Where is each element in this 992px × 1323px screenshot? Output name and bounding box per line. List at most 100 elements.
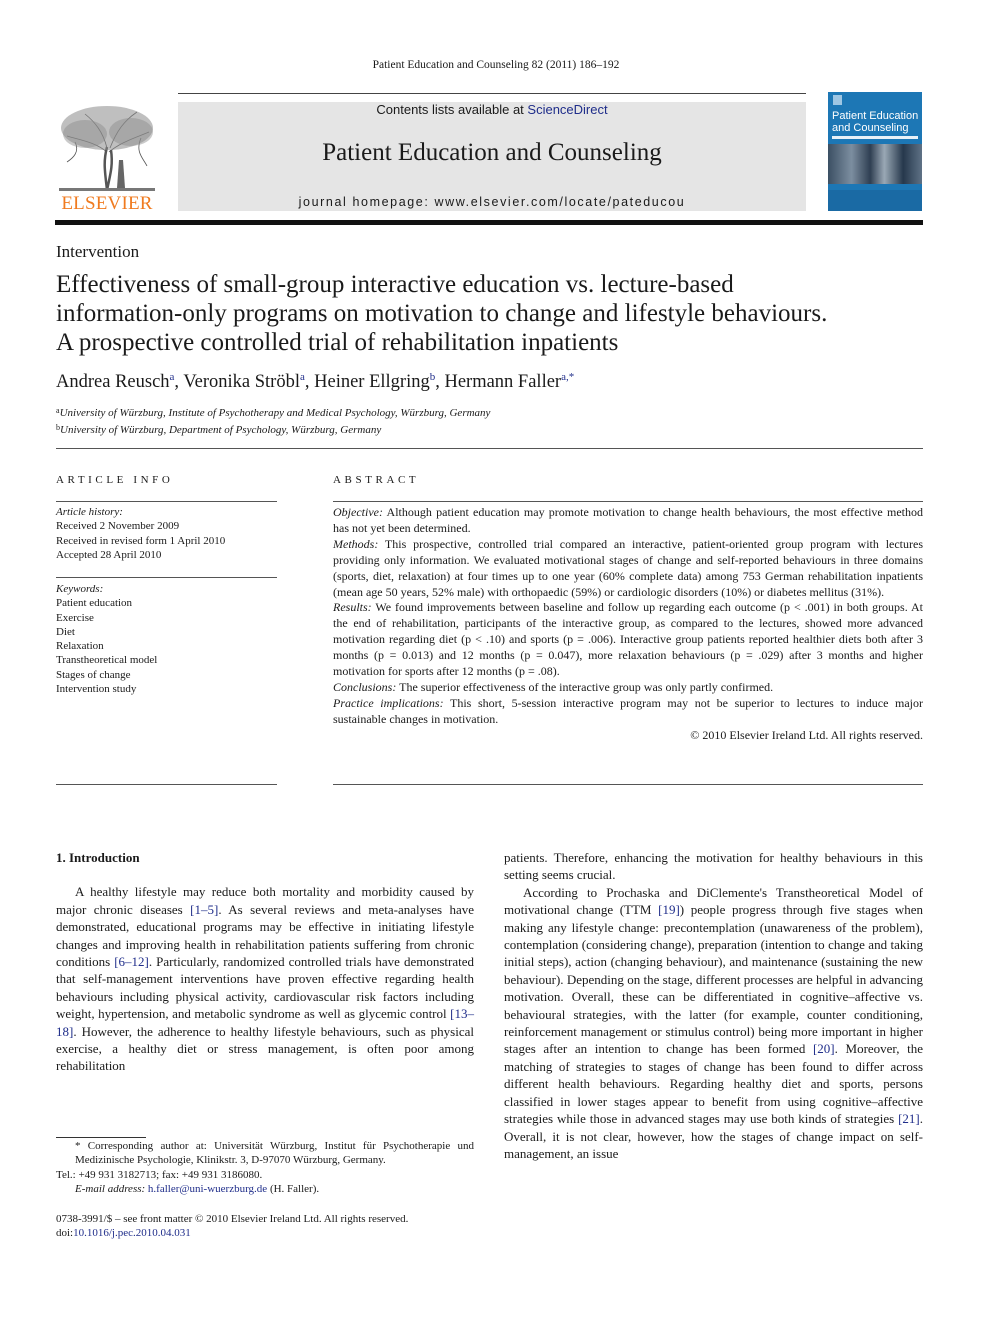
article-history: Article history: Received 2 November 200… xyxy=(56,505,277,562)
body-text: . However, the adherence to healthy life… xyxy=(56,1023,474,1074)
cover-elsevier-icon xyxy=(833,95,842,105)
author-affil-link[interactable]: a,* xyxy=(561,371,574,383)
citation-link[interactable]: [21] xyxy=(898,1111,920,1126)
doi-prefix: doi: xyxy=(56,1227,74,1240)
issn-line: 0738-3991/$ – see front matter © 2010 El… xyxy=(56,1213,409,1225)
running-head: Patient Education and Counseling 82 (201… xyxy=(372,59,620,71)
author-separator: , xyxy=(304,372,315,392)
journal-title: Patient Education and Counseling xyxy=(322,139,662,166)
cover-title-line-2: and Counseling xyxy=(832,122,909,134)
affiliations: aUniversity of Würzburg, Institute of Ps… xyxy=(56,404,490,437)
journal-homepage[interactable]: journal homepage: www.elsevier.com/locat… xyxy=(178,195,806,209)
keywords-label: Keywords: xyxy=(56,583,104,595)
abstract-text: This prospective, controlled trial compa… xyxy=(333,536,923,599)
history-label: Article history: xyxy=(56,506,123,518)
abstract-objective: Objective: Although patient education ma… xyxy=(333,505,923,537)
keywords: Keywords: Patient education Exercise Die… xyxy=(56,582,277,696)
doi-line: doi:10.1016/j.pec.2010.04.031 xyxy=(56,1226,474,1240)
body-paragraph: A healthy lifestyle may reduce both mort… xyxy=(56,883,474,1074)
history-item: Received 2 November 2009 xyxy=(56,520,180,533)
tel-fax: Tel.: +49 931 3182713; fax: +49 931 3186… xyxy=(56,1168,263,1181)
author-separator: , xyxy=(174,372,184,392)
author-name: Heiner Ellgring xyxy=(314,372,430,392)
article-info-heading: ARTICLE INFO xyxy=(56,474,174,486)
abstract-results: Results: We found improvements between b… xyxy=(333,600,923,680)
author-name: Hermann Faller xyxy=(444,372,562,392)
citation-link[interactable]: [19] xyxy=(658,902,680,917)
keyword: Intervention study xyxy=(56,683,137,696)
divider xyxy=(56,501,277,502)
abstract-label: Results: xyxy=(333,600,372,615)
cover-title-line-1: Patient Education xyxy=(832,110,919,122)
abstract-label: Objective: xyxy=(333,505,383,519)
header-rule xyxy=(178,93,806,94)
email-suffix: (H. Faller). xyxy=(267,1182,320,1195)
body-column-right: patients. Therefore, enhancing the motiv… xyxy=(504,849,923,1162)
keyword: Exercise xyxy=(56,611,94,624)
doi-link[interactable]: 10.1016/j.pec.2010.04.031 xyxy=(73,1227,191,1239)
abstract-methods: Methods: This prospective, controlled tr… xyxy=(333,537,923,601)
divider xyxy=(56,577,277,578)
divider xyxy=(56,448,923,449)
abstract-body: Objective: Although patient education ma… xyxy=(333,505,923,744)
email-link[interactable]: h.faller@uni-wuerzburg.de xyxy=(148,1183,267,1195)
abstract-label: Conclusions: xyxy=(333,679,397,694)
journal-cover-image: Patient Education and Counseling xyxy=(828,92,922,211)
body-text: ) people progress through five stages wh… xyxy=(504,902,924,1057)
author-name: Veronika Ströbl xyxy=(183,372,300,392)
email-label: E-mail address: xyxy=(75,1182,146,1195)
footnotes: * Corresponding author at: Universität W… xyxy=(56,1139,474,1196)
citation-link[interactable]: [20] xyxy=(813,1041,835,1056)
divider xyxy=(333,501,923,502)
keyword: Stages of change xyxy=(56,668,131,681)
history-item: Accepted 28 April 2010 xyxy=(56,548,162,561)
keyword: Patient education xyxy=(56,597,133,610)
footnote-rule xyxy=(56,1137,146,1138)
divider xyxy=(333,784,923,785)
abstract-text: Although patient education may promote m… xyxy=(333,505,923,535)
author-name: Andrea Reusch xyxy=(56,372,170,392)
citation-link[interactable]: [6–12] xyxy=(114,954,149,969)
keyword: Relaxation xyxy=(56,640,104,653)
contents-prefix: Contents lists available at xyxy=(376,102,528,117)
affiliation-text: University of Würzburg, Institute of Psy… xyxy=(59,407,491,419)
keyword: Diet xyxy=(56,625,75,638)
header-thick-rule xyxy=(55,220,923,225)
front-matter: 0738-3991/$ – see front matter © 2010 El… xyxy=(56,1212,474,1241)
abstract-label: Practice implications: xyxy=(333,695,444,710)
divider xyxy=(56,784,277,785)
author-list: Andrea Reuscha, Veronika Ströbla, Heiner… xyxy=(56,371,574,393)
abstract-heading: ABSTRACT xyxy=(333,474,420,486)
abstract-practice-implications: Practice implications: This short, 5-ses… xyxy=(333,696,923,728)
cover-footer xyxy=(828,190,922,211)
article-title: Effectiveness of small-group interactive… xyxy=(56,270,926,357)
cover-photo-collage xyxy=(828,144,922,184)
abstract-text: We found improvements between baseline a… xyxy=(333,600,923,679)
affiliation: bUniversity of Würzburg, Department of P… xyxy=(56,421,490,438)
corresponding-author-note: * Corresponding author at: Universität W… xyxy=(75,1140,474,1167)
body-column-left: 1. Introduction A healthy lifestyle may … xyxy=(56,849,474,1075)
abstract-text: The superior effectiveness of the intera… xyxy=(396,679,774,694)
cover-title: Patient Education and Counseling xyxy=(832,110,918,134)
journal-banner: Contents lists available at ScienceDirec… xyxy=(178,102,806,211)
body-paragraph: According to Prochaska and DiClemente's … xyxy=(504,884,923,1163)
title-line: Effectiveness of small-group interactive… xyxy=(56,271,734,298)
elsevier-wordmark: ELSEVIER xyxy=(61,193,153,214)
sciencedirect-link[interactable]: ScienceDirect xyxy=(527,102,607,117)
title-line: information-only programs on motivation … xyxy=(56,300,828,327)
citation-link[interactable]: [1–5] xyxy=(190,902,218,917)
contents-availability: Contents lists available at ScienceDirec… xyxy=(178,102,806,117)
abstract-label: Methods: xyxy=(333,536,379,551)
email-line: E-mail address: h.faller@uni-wuerzburg.d… xyxy=(56,1182,474,1196)
article-section: Intervention xyxy=(56,242,140,261)
history-item: Received in revised form 1 April 2010 xyxy=(56,534,226,547)
keyword: Transtheoretical model xyxy=(56,654,158,667)
title-line: A prospective controlled trial of rehabi… xyxy=(56,329,619,356)
body-paragraph-continuation: patients. Therefore, enhancing the motiv… xyxy=(504,850,923,883)
section-heading-introduction: 1. Introduction xyxy=(56,850,140,865)
abstract-conclusions: Conclusions: The superior effectiveness … xyxy=(333,680,923,696)
affiliation-text: University of Würzburg, Department of Ps… xyxy=(60,423,382,436)
affiliation: aUniversity of Würzburg, Institute of Ps… xyxy=(56,404,490,421)
cover-subtitle-strip xyxy=(832,136,918,139)
abstract-copyright: © 2010 Elsevier Ireland Ltd. All rights … xyxy=(690,727,923,742)
